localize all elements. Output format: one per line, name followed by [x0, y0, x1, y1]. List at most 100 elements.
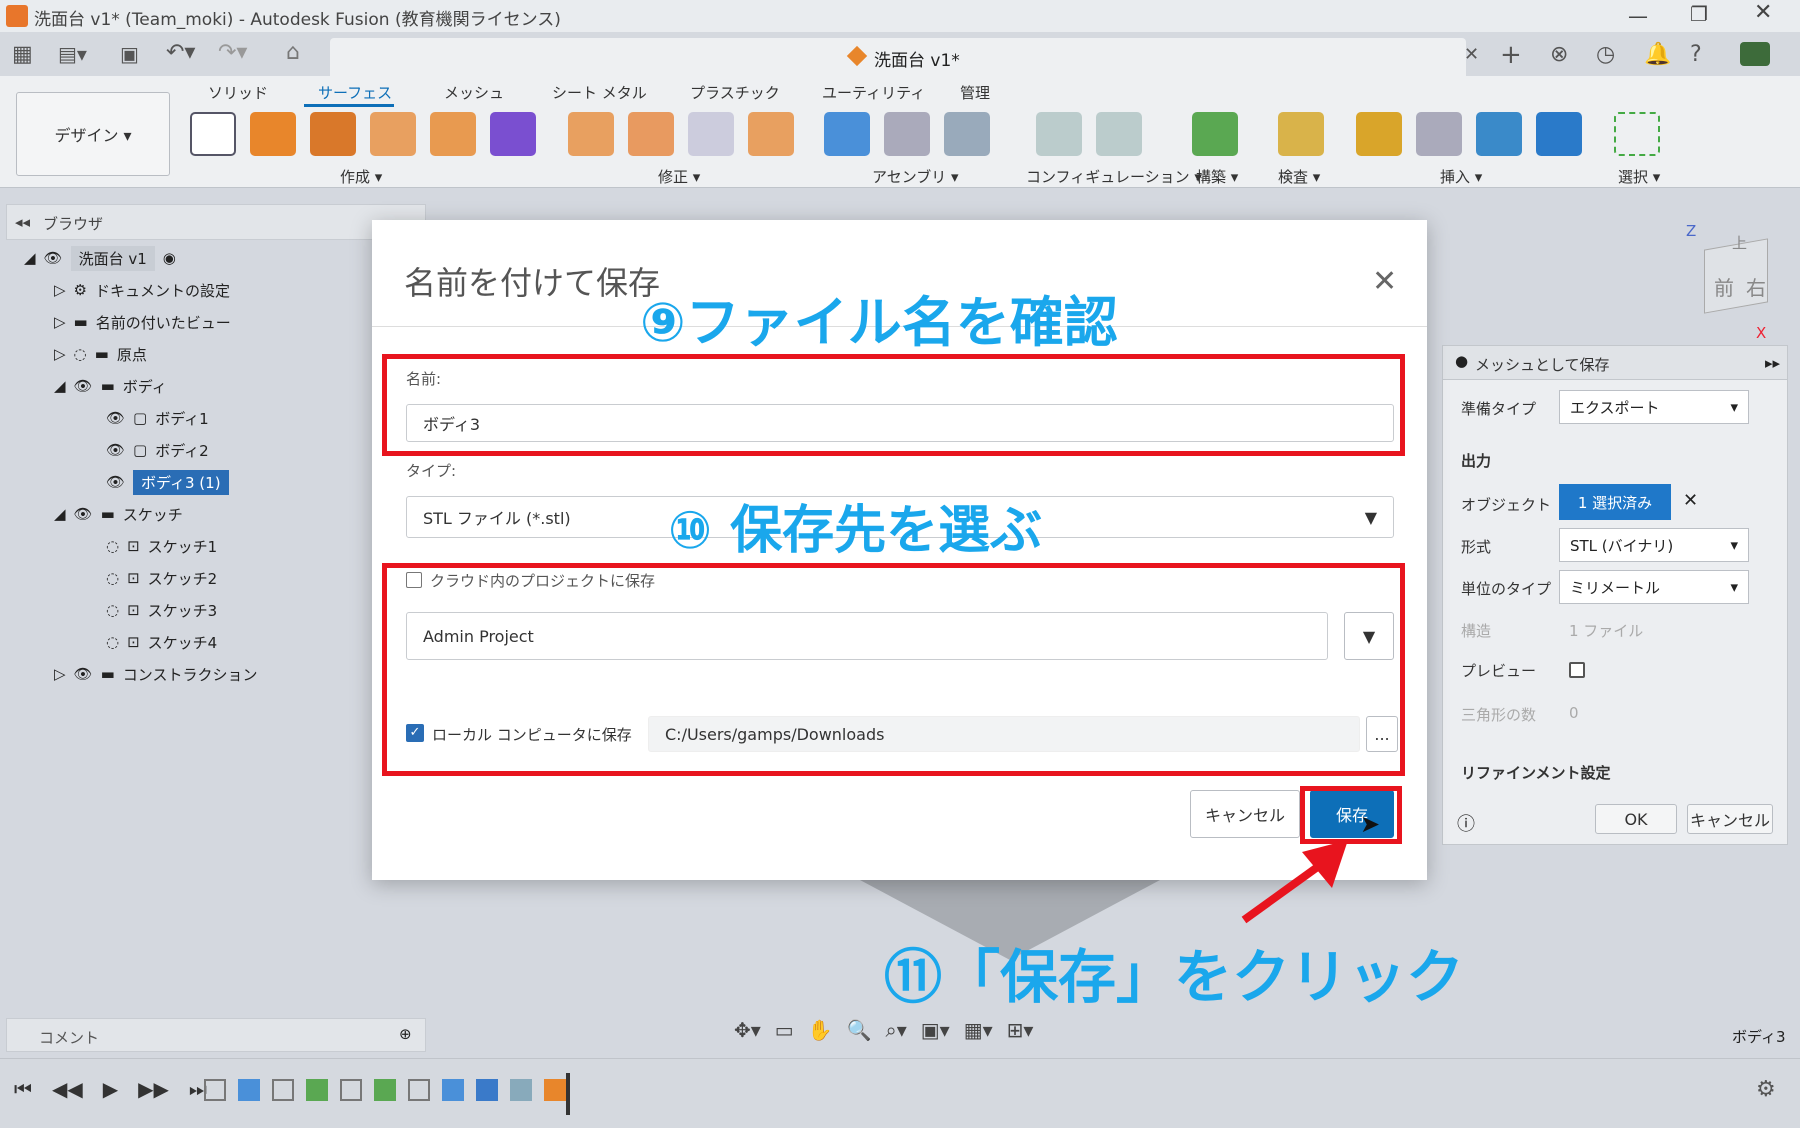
- cloud-checkbox[interactable]: [406, 572, 422, 588]
- close-window-icon[interactable]: ✕: [1754, 0, 1772, 25]
- tree-item[interactable]: 👁 ▢ ボディ2: [24, 434, 424, 466]
- joint-tool-icon[interactable]: [884, 112, 930, 156]
- display-icon[interactable]: ▣▾: [921, 1018, 950, 1048]
- expand-icon[interactable]: ▷: [54, 313, 66, 331]
- clear-selection-icon[interactable]: ✕: [1683, 490, 1698, 511]
- add-comment-icon[interactable]: ⊕: [399, 1025, 412, 1043]
- home-icon[interactable]: ⌂: [286, 40, 300, 65]
- undo-icon[interactable]: ↶▾: [166, 40, 195, 65]
- tree-item[interactable]: ◌ ⊡ スケッチ1: [24, 530, 424, 562]
- configure-tool-icon[interactable]: [1036, 112, 1082, 156]
- zoom-icon[interactable]: 🔍: [847, 1018, 872, 1048]
- panel-cancel-button[interactable]: キャンセル: [1687, 804, 1773, 834]
- close-dialog-icon[interactable]: ✕: [1372, 264, 1397, 299]
- first-icon[interactable]: ⏮: [14, 1077, 32, 1101]
- offset-tool-icon[interactable]: [748, 112, 794, 156]
- save-icon[interactable]: ▣: [120, 42, 139, 66]
- profile-icon[interactable]: [1740, 42, 1770, 66]
- viewcube-right[interactable]: 右: [1746, 272, 1766, 301]
- loft-tool-icon[interactable]: [430, 112, 476, 156]
- expand-icon[interactable]: ◢: [54, 505, 66, 523]
- timeline-split-icon[interactable]: [510, 1079, 532, 1101]
- minimize-icon[interactable]: —: [1628, 4, 1648, 28]
- eye-hidden-icon[interactable]: ◌: [106, 601, 119, 619]
- expand-icon[interactable]: ◢: [54, 377, 66, 395]
- collapse-icon[interactable]: ◂◂: [15, 213, 30, 231]
- tree-item[interactable]: ◌ ⊡ スケッチ2: [24, 562, 424, 594]
- extension-icon[interactable]: ⊗: [1550, 42, 1568, 67]
- split-tool-icon[interactable]: [688, 112, 734, 156]
- tree-item[interactable]: ◢ 👁 ▬ ボディ: [24, 370, 424, 402]
- sketch-tool-icon[interactable]: [190, 112, 236, 156]
- object-selection-button[interactable]: 1 選択済み: [1559, 484, 1671, 520]
- prep-type-dropdown[interactable]: エクスポート ▾: [1559, 390, 1749, 424]
- expand-icon[interactable]: ◢: [24, 249, 36, 267]
- pan-icon[interactable]: ✋: [808, 1018, 833, 1048]
- timeline-marker[interactable]: [566, 1073, 570, 1115]
- tab-sheet-metal[interactable]: シート メタル: [552, 82, 647, 103]
- tree-item-selected[interactable]: 👁 ボディ3 (1): [24, 466, 424, 498]
- tab-utility[interactable]: ユーティリティ: [822, 82, 925, 103]
- refinement-section[interactable]: リファインメント設定: [1461, 762, 1611, 783]
- eye-hidden-icon[interactable]: ◌: [106, 537, 119, 555]
- browser-header[interactable]: ◂◂ ブラウザ: [6, 204, 426, 240]
- group-insert[interactable]: 挿入 ▾: [1440, 166, 1482, 187]
- bom-tool-icon[interactable]: [944, 112, 990, 156]
- tree-item[interactable]: ◢ 👁 ▬ スケッチ: [24, 498, 424, 530]
- active-icon[interactable]: ◉: [163, 249, 176, 267]
- tab-manage[interactable]: 管理: [960, 82, 990, 103]
- extrude-tool-icon[interactable]: [250, 112, 296, 156]
- press-pull-tool-icon[interactable]: [568, 112, 614, 156]
- local-checkbox[interactable]: ✓: [406, 724, 424, 742]
- expand-icon[interactable]: ▷: [54, 345, 66, 363]
- eye-hidden-icon[interactable]: ◌: [106, 569, 119, 587]
- eye-icon[interactable]: 👁: [106, 409, 125, 427]
- unit-dropdown[interactable]: ミリメートル ▾: [1559, 570, 1749, 604]
- delete-tool-icon[interactable]: [628, 112, 674, 156]
- sweep-tool-icon[interactable]: [370, 112, 416, 156]
- tree-item[interactable]: ▷ ▬ 名前の付いたビュー: [24, 306, 424, 338]
- timeline-combine-icon[interactable]: [476, 1079, 498, 1101]
- tab-surface[interactable]: サーフェス: [318, 82, 392, 103]
- tree-item[interactable]: ▷ 👁 ▬ コンストラクション: [24, 658, 424, 690]
- zoom-window-icon[interactable]: ⌕▾: [886, 1018, 907, 1048]
- eye-icon[interactable]: 👁: [74, 665, 93, 683]
- group-construct[interactable]: 構築 ▾: [1196, 166, 1238, 187]
- timeline-sketch-icon[interactable]: [408, 1079, 430, 1101]
- group-select[interactable]: 選択 ▾: [1618, 166, 1660, 187]
- tree-item[interactable]: ◌ ⊡ スケッチ4: [24, 626, 424, 658]
- form-tool-icon[interactable]: [490, 112, 536, 156]
- insert-svg-icon[interactable]: [1356, 112, 1402, 156]
- tab-plastic[interactable]: プラスチック: [690, 82, 780, 103]
- eye-icon[interactable]: 👁: [74, 377, 93, 395]
- group-configuration[interactable]: コンフィギュレーション ▾: [1026, 166, 1202, 187]
- prev-icon[interactable]: ◀◀: [52, 1077, 83, 1101]
- workspace-selector[interactable]: デザイン ▾: [16, 92, 170, 176]
- tree-root[interactable]: ◢ 👁 洗面台 v1 ◉: [24, 242, 424, 274]
- name-input[interactable]: ボディ3: [406, 404, 1394, 442]
- revolve-tool-icon[interactable]: [310, 112, 356, 156]
- tree-item[interactable]: ◌ ⊡ スケッチ3: [24, 594, 424, 626]
- insert-mesh-icon[interactable]: [1416, 112, 1462, 156]
- tree-item[interactable]: ▷ ⚙ ドキュメントの設定: [24, 274, 424, 306]
- play-icon[interactable]: ▶: [103, 1077, 118, 1101]
- help-icon[interactable]: ?: [1690, 42, 1702, 67]
- job-status-icon[interactable]: ◷: [1596, 42, 1615, 67]
- canvas-image-icon[interactable]: [1536, 112, 1582, 156]
- tree-item[interactable]: ▷ ◌ ▬ 原点: [24, 338, 424, 370]
- viewcube[interactable]: 上 前 右 Z X: [1680, 222, 1780, 342]
- project-dropdown-button[interactable]: ▼: [1344, 612, 1394, 660]
- viewcube-front[interactable]: 前: [1714, 272, 1734, 301]
- file-icon[interactable]: ▤▾: [58, 42, 87, 66]
- expand-panel-icon[interactable]: ▸▸: [1765, 354, 1780, 372]
- measure-tool-icon[interactable]: [1278, 112, 1324, 156]
- output-section[interactable]: 出力: [1461, 450, 1491, 471]
- component-tool-icon[interactable]: [824, 112, 870, 156]
- eye-hidden-icon[interactable]: ◌: [74, 345, 87, 363]
- comment-bar[interactable]: コメント ⊕: [6, 1018, 426, 1052]
- config-table-icon[interactable]: [1096, 112, 1142, 156]
- document-tab[interactable]: 洗面台 v1* ✕: [330, 38, 1479, 76]
- insert-mcmaster-icon[interactable]: [1476, 112, 1522, 156]
- group-assembly[interactable]: アセンブリ ▾: [872, 166, 959, 187]
- maximize-icon[interactable]: ❐: [1690, 2, 1708, 26]
